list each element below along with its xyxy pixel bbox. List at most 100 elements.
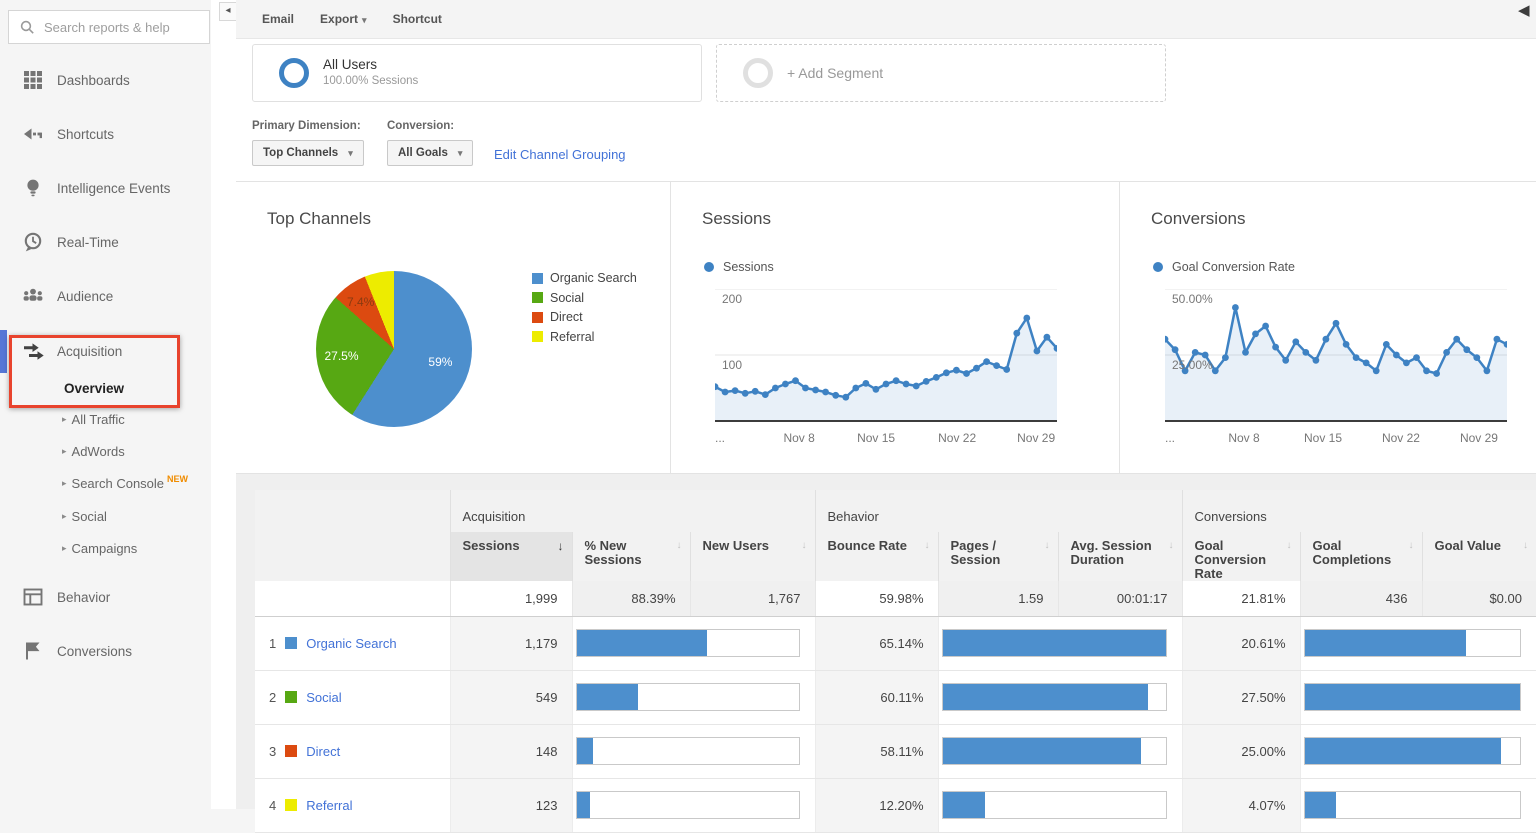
expand-arrow-icon: ▸	[62, 543, 67, 554]
channel-swatch-icon	[285, 637, 297, 649]
sidebar-item-behavior[interactable]: Behavior	[0, 582, 211, 612]
x-axis-tick-label: Nov 8	[783, 431, 814, 445]
bar-fill	[943, 684, 1148, 710]
search-box[interactable]	[8, 10, 210, 44]
export-button[interactable]: Export▾	[320, 12, 367, 26]
add-segment-button[interactable]: + Add Segment	[716, 44, 1166, 102]
table-row: 2Social54960.11%27.50%	[255, 670, 1536, 724]
sidebar-item-label: Overview	[64, 381, 124, 396]
summary-value: 1,999	[450, 581, 572, 616]
channels-report-table: AcquisitionBehaviorConversions↓Sessions↓…	[255, 490, 1536, 833]
column-header-label: % New Sessions	[585, 538, 642, 567]
sidebar-item-adwords[interactable]: ▸AdWords	[0, 436, 211, 466]
x-axis-tick-label: Nov 15	[1304, 431, 1342, 445]
conversions-panel: Conversions Goal Conversion Rate 50.00%2…	[1119, 182, 1536, 473]
table-group-header-row: AcquisitionBehaviorConversions	[255, 490, 1536, 532]
bar-track	[576, 683, 800, 711]
summary-value: 436	[1300, 581, 1422, 616]
sidebar-item-audience[interactable]: Audience	[0, 281, 211, 311]
column-header-pages-session[interactable]: ↓Pages / Session	[938, 532, 1058, 581]
expand-arrow-icon: ▸	[62, 511, 67, 522]
column-header-bounce-rate[interactable]: ↓Bounce Rate	[815, 532, 938, 581]
column-header-goal-value[interactable]: ↓Goal Value	[1422, 532, 1536, 581]
channel-link[interactable]: Organic Search	[306, 636, 396, 651]
metric-bar-cell	[1300, 616, 1536, 670]
legend-item: Social	[532, 291, 584, 305]
bar-fill	[577, 792, 591, 818]
column-header-goal-conversion-rate[interactable]: ↓Goal Conversion Rate	[1182, 532, 1300, 581]
y-axis-tick-label: 50.00%	[1172, 292, 1213, 306]
channel-link[interactable]: Referral	[306, 798, 352, 813]
legend-item: Organic Search	[532, 271, 637, 285]
segment-all-users[interactable]: All Users 100.00% Sessions	[252, 44, 702, 102]
sidebar-gutter	[211, 0, 236, 809]
legend-label: Goal Conversion Rate	[1172, 260, 1295, 274]
metric-bar-cell	[572, 724, 815, 778]
metric-value-cell: 60.11%	[815, 670, 938, 724]
sidebar-item-overview[interactable]: Overview	[0, 373, 211, 403]
search-input[interactable]	[42, 19, 222, 36]
sidebar-item-acquisition[interactable]: Acquisition	[0, 336, 211, 366]
bar-track	[942, 737, 1167, 765]
sidebar-item-real-time[interactable]: Real-Time	[0, 227, 211, 257]
sidebar-item-social[interactable]: ▸Social	[0, 501, 211, 531]
bar-fill	[943, 630, 1166, 656]
legend-item: Direct	[532, 310, 583, 324]
metric-value-cell: 4.07%	[1182, 778, 1300, 832]
metric-value-cell: 148	[450, 724, 572, 778]
sidebar-item-label: Campaigns	[72, 541, 138, 556]
expand-arrow-icon: ▸	[62, 478, 67, 489]
sort-descending-icon: ↓	[558, 539, 564, 553]
metric-bar-cell	[938, 724, 1182, 778]
column-header-goal-completions[interactable]: ↓Goal Completions	[1300, 532, 1422, 581]
column-header-sessions[interactable]: ↓Sessions	[450, 532, 572, 581]
sidebar-item-dashboards[interactable]: Dashboards	[0, 65, 211, 95]
bar-track	[1304, 683, 1522, 711]
sort-descending-icon: ↓	[1169, 539, 1174, 553]
channel-link[interactable]: Direct	[306, 744, 340, 759]
column-header-spacer	[255, 532, 450, 581]
sort-descending-icon: ↓	[677, 539, 682, 553]
sidebar-item-campaigns[interactable]: ▸ Campaigns	[0, 533, 211, 563]
column-header--new-sessions[interactable]: ↓ % New Sessions	[572, 532, 690, 581]
chevron-down-icon: ▾	[458, 148, 463, 159]
primary-dimension-label: Primary Dimension:	[252, 120, 361, 132]
edit-channel-grouping-link[interactable]: Edit Channel Grouping	[494, 147, 626, 162]
sidebar-item-label: Behavior	[57, 590, 110, 605]
metric-value-cell: 123	[450, 778, 572, 832]
primary-dimension-select[interactable]: Top Channels▾	[252, 140, 364, 166]
sidebar-item-all-traffic[interactable]: ▸All Traffic	[0, 404, 211, 434]
segment-donut-icon	[279, 58, 309, 88]
pie-slice-label: 7.4%	[347, 295, 374, 309]
column-header-avg-session-duration[interactable]: ↓Avg. Session Duration	[1058, 532, 1182, 581]
shortcut-button[interactable]: Shortcut	[393, 12, 442, 26]
bar-fill	[1305, 630, 1467, 656]
metric-bar-cell	[938, 616, 1182, 670]
sidebar-item-shortcuts[interactable]: Shortcuts	[0, 119, 211, 149]
panel-collapse-icon[interactable]: ◀	[1518, 1, 1530, 19]
chevron-down-icon: ▾	[362, 15, 367, 25]
email-button[interactable]: Email	[262, 12, 294, 26]
legend-swatch-icon	[532, 331, 543, 342]
sidebar-item-label: Intelligence Events	[57, 181, 170, 196]
pie-slice-label: 59%	[428, 355, 452, 369]
channel-link[interactable]: Social	[306, 690, 341, 705]
y-axis-tick-label: 200	[722, 292, 742, 306]
bar-track	[1304, 629, 1522, 657]
bar-track	[1304, 791, 1522, 819]
sessions-line-chart: 200100...Nov 8Nov 15Nov 22Nov 29	[715, 289, 1057, 423]
conversion-select[interactable]: All Goals▾	[387, 140, 473, 166]
column-header-new-users[interactable]: ↓New Users	[690, 532, 815, 581]
x-axis-tick-label: Nov 22	[1382, 431, 1420, 445]
bar-fill	[943, 792, 985, 818]
metric-value-cell: 65.14%	[815, 616, 938, 670]
sidebar-item-intelligence-events[interactable]: Intelligence Events	[0, 173, 211, 203]
group-header-conversions: Conversions	[1182, 490, 1536, 532]
legend-item: Referral	[532, 330, 594, 344]
sidebar-collapse-icon[interactable]: ◂	[219, 2, 237, 21]
sidebar-item-search-console[interactable]: ▸Search ConsoleNEW	[0, 468, 211, 498]
sidebar-item-conversions[interactable]: Conversions	[0, 636, 211, 666]
y-axis-tick-label: 25.00%	[1172, 358, 1213, 372]
row-rank: 2	[269, 690, 276, 705]
x-axis-tick-label: Nov 29	[1017, 431, 1055, 445]
